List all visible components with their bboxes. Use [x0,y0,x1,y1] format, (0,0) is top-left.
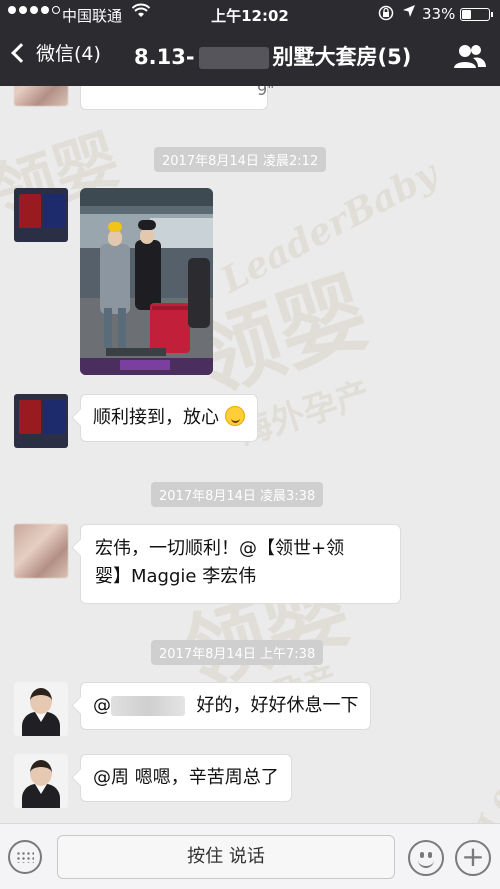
watermark-logo: LeaderBaby [470,613,500,823]
rotation-lock-icon [378,5,394,25]
avatar[interactable] [14,754,68,808]
message-bubble[interactable]: @ 好的，好好休息一下 [80,682,372,730]
avatar[interactable] [14,86,68,106]
message-text: 婴】Maggie 李宏伟 [95,566,257,587]
timestamp: 2017年8月14日 上午7:38 [151,640,324,665]
smile-emoji-icon [224,406,245,426]
hold-to-talk-button[interactable]: 按住 说话 [57,835,395,879]
chat-input-bar: 按住 说话 + [0,823,500,889]
message-bubble[interactable]: @周 嗯嗯，辛苦周总了 [80,754,292,802]
chat-title: 8.13- 别墅大套房(5) [134,45,412,69]
message-text: 顺利接到，放心 [93,407,219,428]
location-arrow-icon [402,4,416,22]
message-bubble[interactable]: 9" [80,86,275,110]
emoji-icon[interactable] [408,840,444,876]
redacted-name [111,696,185,716]
avatar[interactable] [14,188,68,242]
redacted-text [198,47,269,69]
message-bubble[interactable]: 宏伟，一切顺利！@【领世+领 婴】Maggie 李宏伟 [80,524,401,604]
group-members-icon[interactable] [452,42,488,72]
chat-message-list[interactable]: 领婴 LeaderBaby 海外孕产 领婴 海外孕产 LeaderBaby 领婴… [0,86,500,823]
back-label: 微信(4) [36,43,101,65]
battery-percentage: 33% [422,5,456,23]
chevron-left-icon [11,42,31,63]
message-text: @周 嗯嗯，辛苦周总了 [93,767,279,788]
timestamp: 2017年8月14日 凌晨2:12 [154,147,327,172]
watermark-logo: LeaderBaby [214,152,445,302]
status-bar: 中国联通 上午12:02 33% [0,0,500,28]
avatar[interactable] [14,682,68,736]
message-bubble[interactable]: 顺利接到，放心 [80,394,258,442]
avatar[interactable] [14,524,68,578]
add-attachment-button[interactable]: + [455,840,491,876]
image-message[interactable] [80,188,213,375]
avatar[interactable] [14,394,68,448]
chat-header: 微信(4) 8.13- 别墅大套房(5) [0,28,500,86]
back-button[interactable]: 微信(4) [6,39,101,66]
battery-icon [460,8,490,21]
keyboard-toggle-icon[interactable] [8,840,42,874]
timestamp: 2017年8月14日 凌晨3:38 [151,482,324,507]
message-text: 好的，好好休息一下 [196,695,359,716]
message-text: 宏伟，一切顺利！@【领世+领 [95,538,345,559]
